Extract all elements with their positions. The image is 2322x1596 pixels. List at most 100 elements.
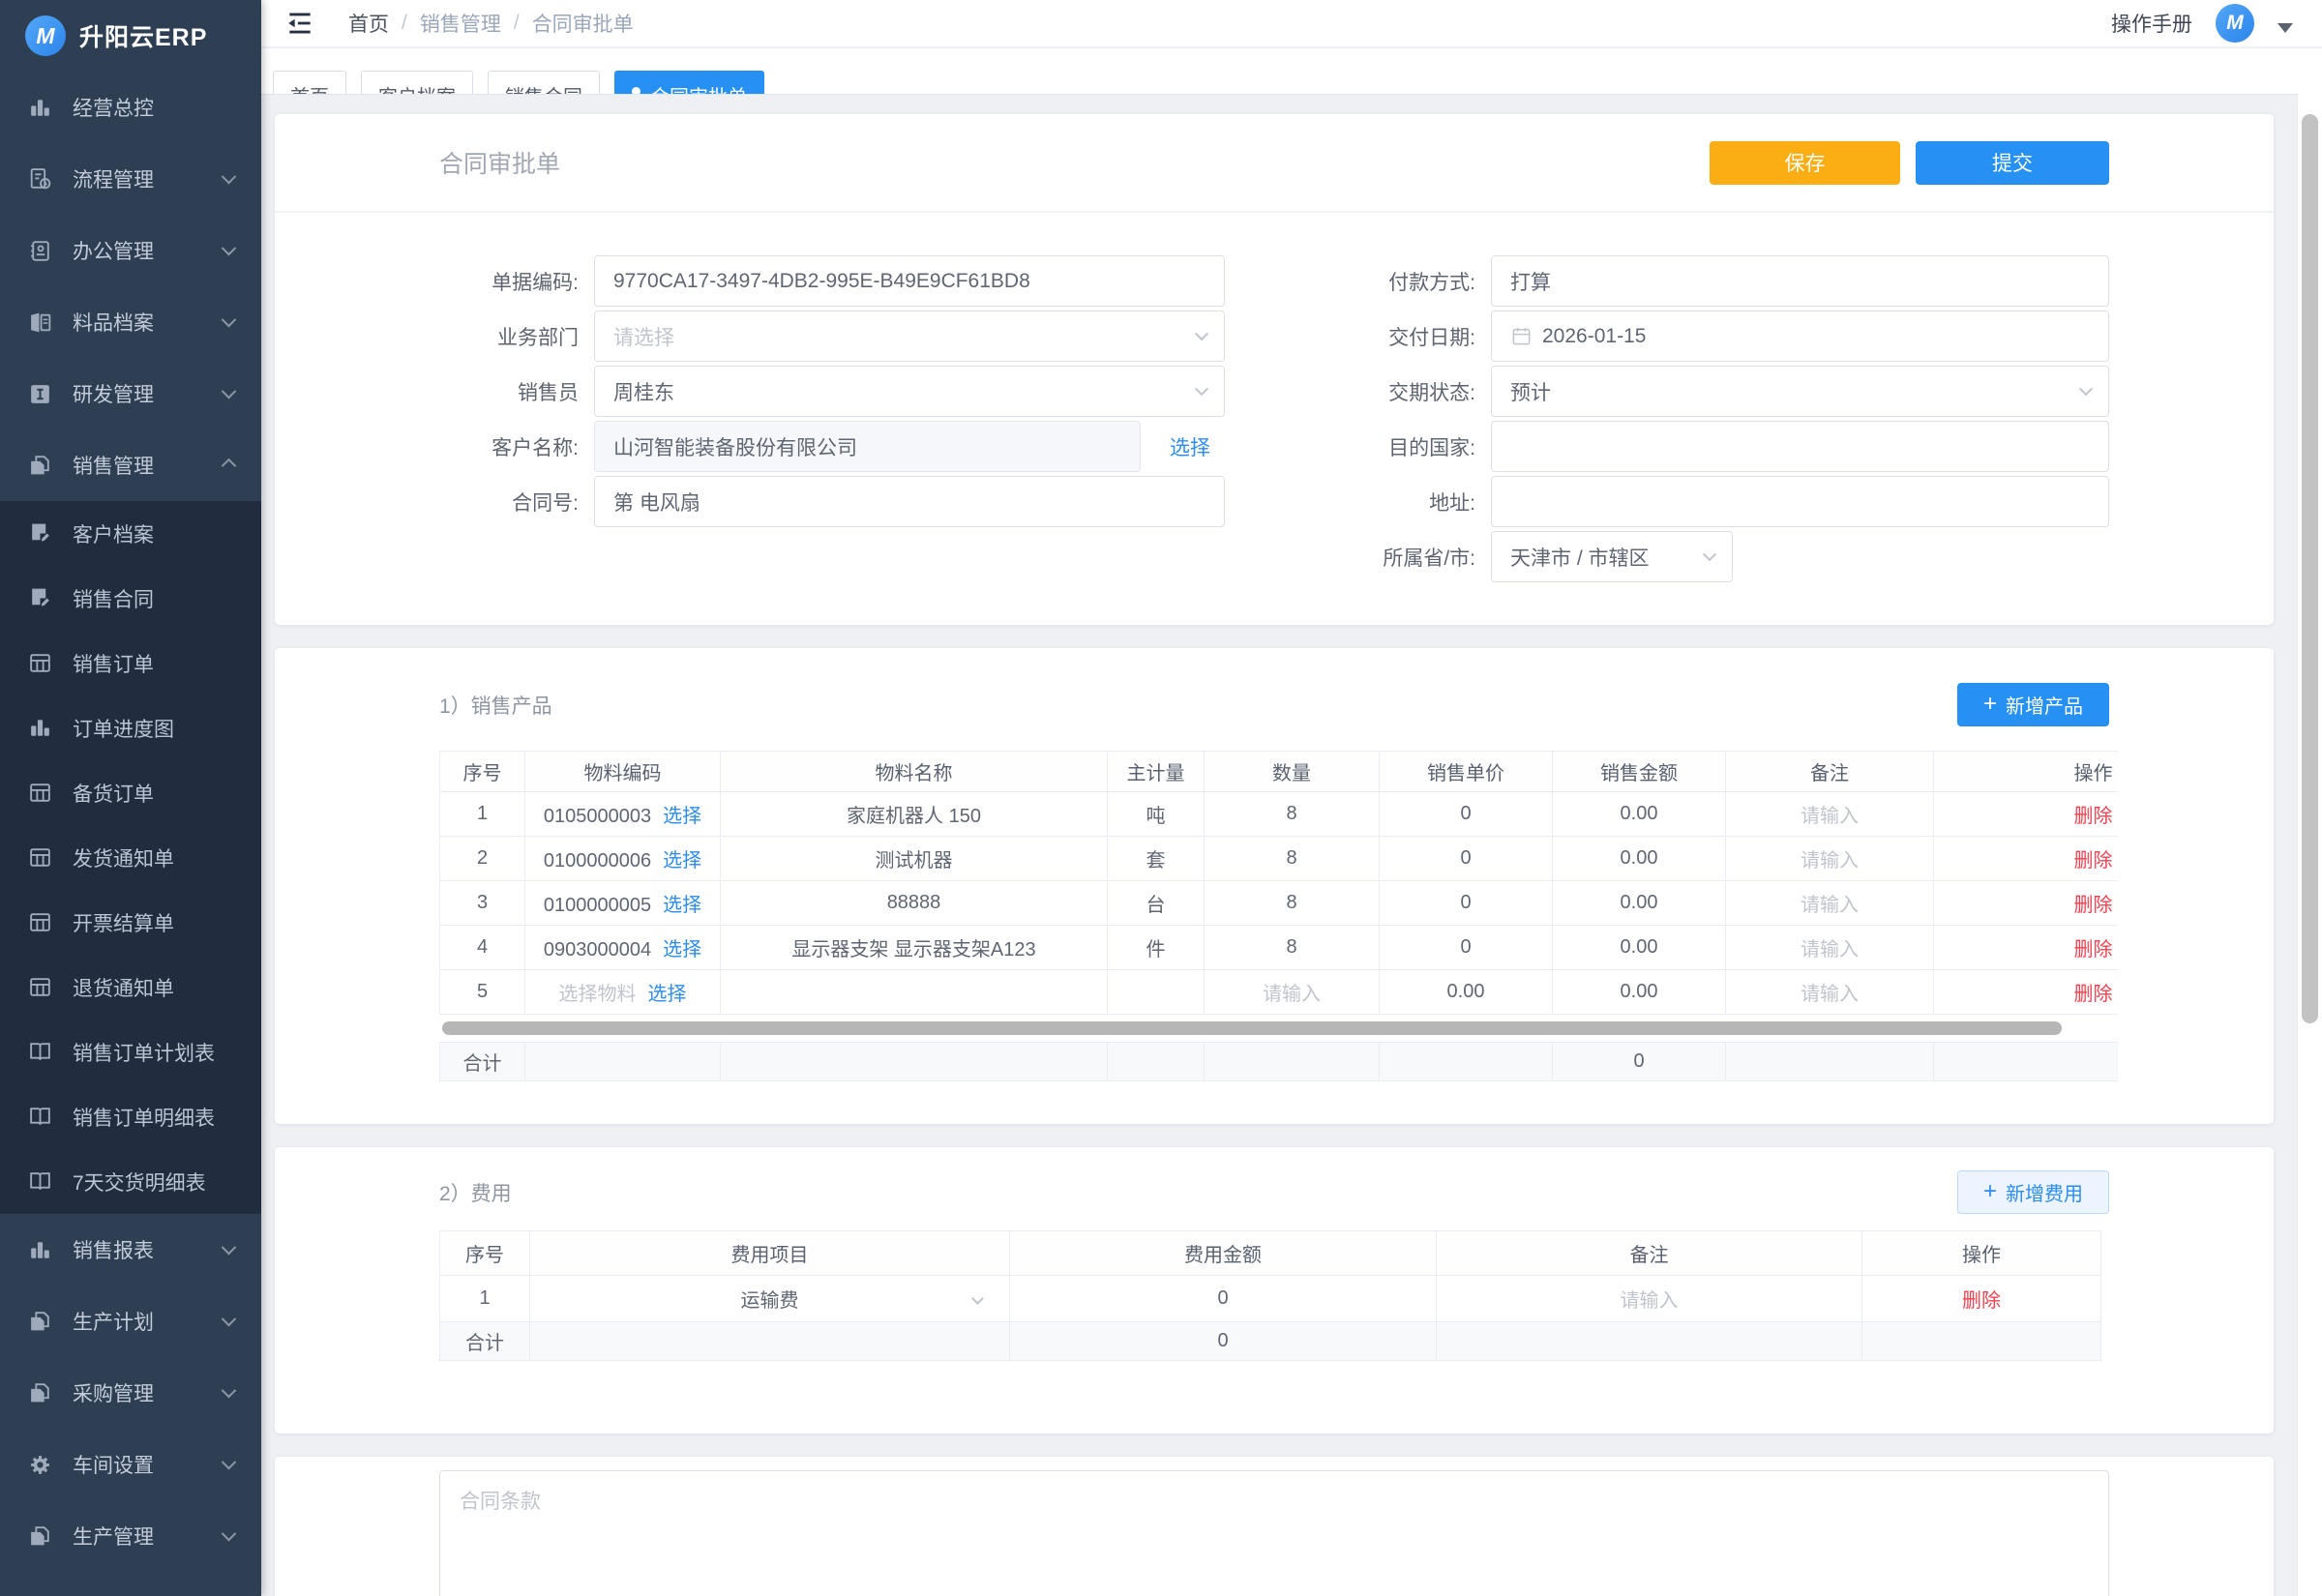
cell-actions: 删除 bbox=[1862, 1276, 2101, 1322]
sidebar-item-sales-mgmt[interactable]: 销售管理 bbox=[0, 429, 261, 501]
tab-customer-archive[interactable]: 客户档案 bbox=[361, 71, 473, 94]
user-menu-caret-icon[interactable] bbox=[2277, 23, 2293, 33]
field-delivery-date: 交付日期: 2026-01-15 bbox=[1336, 310, 2109, 362]
sidebar-item-purchase-mgmt[interactable]: 采购管理 bbox=[0, 1357, 261, 1429]
cell-material-name: 显示器支架 显示器支架A123 bbox=[721, 926, 1108, 970]
chevron-down-icon bbox=[1195, 382, 1208, 396]
contract-no-input[interactable] bbox=[594, 476, 1225, 527]
sidebar-item-sales-order[interactable]: 销售订单 bbox=[0, 631, 261, 695]
cell-note[interactable]: 请输入 bbox=[1726, 792, 1934, 837]
delete-fee-link[interactable]: 删除 bbox=[1962, 1290, 2001, 1312]
sidebar-item-production-mgmt[interactable]: 生产管理 bbox=[0, 1500, 261, 1572]
address-input[interactable] bbox=[1491, 476, 2109, 527]
select-material-link[interactable]: 选择 bbox=[663, 850, 701, 872]
contract-terms-textarea[interactable] bbox=[439, 1470, 2109, 1596]
cell-qty[interactable]: 8 bbox=[1205, 881, 1380, 926]
page-content: 合同审批单 保存 提交 单据编码: 业务部门 bbox=[261, 94, 2322, 1596]
cell-qty[interactable]: 8 bbox=[1205, 926, 1380, 970]
sidebar-item-label: 生产计划 bbox=[73, 1307, 154, 1336]
doc-code-input[interactable] bbox=[594, 255, 1225, 307]
sidebar-item-office-mgmt[interactable]: 办公管理 bbox=[0, 215, 261, 286]
cell-fee-amount[interactable]: 0 bbox=[1010, 1276, 1437, 1322]
help-manual-link[interactable]: 操作手册 bbox=[2111, 9, 2192, 38]
sidebar-item-7day-delivery-report[interactable]: 7天交货明细表 bbox=[0, 1149, 261, 1214]
cell-unit-price[interactable]: 0 bbox=[1380, 881, 1553, 926]
dest-country-input[interactable] bbox=[1491, 421, 2109, 472]
department-select[interactable]: 请选择 bbox=[594, 310, 1225, 362]
sidebar-item-production-plan[interactable]: 生产计划 bbox=[0, 1286, 261, 1357]
cell-note[interactable]: 请输入 bbox=[1726, 881, 1934, 926]
horizontal-scrollbar-thumb[interactable] bbox=[442, 1021, 2062, 1035]
horizontal-scrollbar-track bbox=[439, 1021, 2118, 1035]
delivery-date-input[interactable]: 2026-01-15 bbox=[1491, 310, 2109, 362]
tab-sales-contract[interactable]: 销售合同 bbox=[488, 71, 600, 94]
delete-row-link[interactable]: 删除 bbox=[2074, 939, 2113, 961]
cell-unit-price[interactable]: 0.00 bbox=[1380, 970, 1553, 1015]
cell-qty[interactable]: 8 bbox=[1205, 837, 1380, 881]
sidebar-item-sales-report[interactable]: 销售报表 bbox=[0, 1214, 261, 1286]
sidebar-item-workshop-settings[interactable]: 车间设置 bbox=[0, 1429, 261, 1500]
sidebar-item-return-notice[interactable]: 退货通知单 bbox=[0, 955, 261, 1020]
tab-contract-approval[interactable]: 合同审批单 bbox=[614, 71, 764, 94]
province-select[interactable]: 天津市 / 市辖区 bbox=[1491, 531, 1733, 582]
add-fee-button[interactable]: + 新增费用 bbox=[1957, 1170, 2109, 1214]
sidebar-item-rnd-mgmt[interactable]: 研发管理 bbox=[0, 358, 261, 429]
payment-input[interactable] bbox=[1491, 255, 2109, 307]
select-material-link[interactable]: 选择 bbox=[663, 939, 701, 961]
cell-unit-price[interactable]: 0 bbox=[1380, 792, 1553, 837]
sidebar-item-stock-order[interactable]: 备货订单 bbox=[0, 760, 261, 825]
delete-row-link[interactable]: 删除 bbox=[2074, 850, 2113, 872]
submit-button[interactable]: 提交 bbox=[1916, 141, 2109, 185]
sidebar-item-order-progress[interactable]: 订单进度图 bbox=[0, 695, 261, 760]
delete-row-link[interactable]: 删除 bbox=[2074, 984, 2113, 1005]
tab-home[interactable]: 首页 bbox=[273, 71, 346, 94]
breadcrumb-home[interactable]: 首页 bbox=[348, 9, 389, 38]
save-button[interactable]: 保存 bbox=[1710, 141, 1900, 185]
cell-note[interactable]: 请输入 bbox=[1437, 1276, 1862, 1322]
sidebar-item-business-overview[interactable]: 经营总控 bbox=[0, 72, 261, 143]
select-material-link[interactable]: 选择 bbox=[663, 806, 701, 827]
col-note: 备注 bbox=[1437, 1231, 1862, 1276]
customer-select-link[interactable]: 选择 bbox=[1170, 432, 1210, 461]
bar-chart-icon bbox=[27, 1237, 53, 1263]
breadcrumb-sales-mgmt[interactable]: 销售管理 bbox=[420, 9, 501, 38]
delete-row-link[interactable]: 删除 bbox=[2074, 895, 2113, 916]
fees-section-title: 2）费用 bbox=[439, 1178, 512, 1207]
tab-label: 合同审批单 bbox=[650, 81, 747, 94]
products-header-row: 序号 物料编码 物料名称 主计量 数量 销售单价 销售金额 备注 操作 bbox=[440, 752, 2119, 792]
products-total-row: 合计 0 bbox=[440, 1043, 2119, 1081]
add-product-button[interactable]: + 新增产品 bbox=[1957, 683, 2109, 726]
user-avatar[interactable]: M bbox=[2216, 4, 2254, 43]
cell-note[interactable]: 请输入 bbox=[1726, 970, 1934, 1015]
cell-note[interactable]: 请输入 bbox=[1726, 837, 1934, 881]
collapse-menu-icon[interactable] bbox=[284, 10, 315, 37]
sidebar-item-processing-workshop[interactable]: 加工车间 bbox=[0, 1572, 261, 1596]
cell-note[interactable]: 请输入 bbox=[1726, 926, 1934, 970]
sidebar-item-label: 车间设置 bbox=[73, 1450, 154, 1479]
delete-row-link[interactable]: 删除 bbox=[2074, 806, 2113, 827]
cell-unit-price[interactable]: 0 bbox=[1380, 926, 1553, 970]
sidebar-item-process-mgmt[interactable]: 流程管理 bbox=[0, 143, 261, 215]
select-material-link[interactable]: 选择 bbox=[648, 984, 687, 1005]
material-placeholder: 选择物料 bbox=[559, 984, 637, 1005]
sidebar-item-label: 销售报表 bbox=[73, 1235, 154, 1264]
sidebar-item-order-detail-report[interactable]: 销售订单明细表 bbox=[0, 1084, 261, 1149]
sidebar-item-invoice-settlement[interactable]: 开票结算单 bbox=[0, 890, 261, 955]
sidebar-item-shipping-notice[interactable]: 发货通知单 bbox=[0, 825, 261, 890]
sidebar-item-order-plan-report[interactable]: 销售订单计划表 bbox=[0, 1020, 261, 1084]
vertical-scrollbar-thumb[interactable] bbox=[2302, 114, 2318, 1023]
cell-qty[interactable]: 8 bbox=[1205, 792, 1380, 837]
sidebar-item-sales-contract[interactable]: 销售合同 bbox=[0, 566, 261, 631]
sidebar-item-material-archive[interactable]: 料品档案 bbox=[0, 286, 261, 358]
province-value: 天津市 / 市辖区 bbox=[1510, 543, 1650, 572]
fee-item-select[interactable]: 运输费 bbox=[530, 1276, 1010, 1322]
cell-qty[interactable]: 请输入 bbox=[1205, 970, 1380, 1015]
breadcrumb: 首页 / 销售管理 / 合同审批单 bbox=[348, 9, 634, 38]
delivery-status-select[interactable]: 预计 bbox=[1491, 366, 2109, 417]
cell-unit-price[interactable]: 0 bbox=[1380, 837, 1553, 881]
salesman-select[interactable]: 周桂东 bbox=[594, 366, 1225, 417]
sidebar-item-customer-archive[interactable]: 客户档案 bbox=[0, 501, 261, 566]
select-material-link[interactable]: 选择 bbox=[663, 895, 701, 916]
tab-label: 首页 bbox=[290, 81, 329, 94]
cell-actions: 删除 bbox=[1934, 792, 2119, 837]
